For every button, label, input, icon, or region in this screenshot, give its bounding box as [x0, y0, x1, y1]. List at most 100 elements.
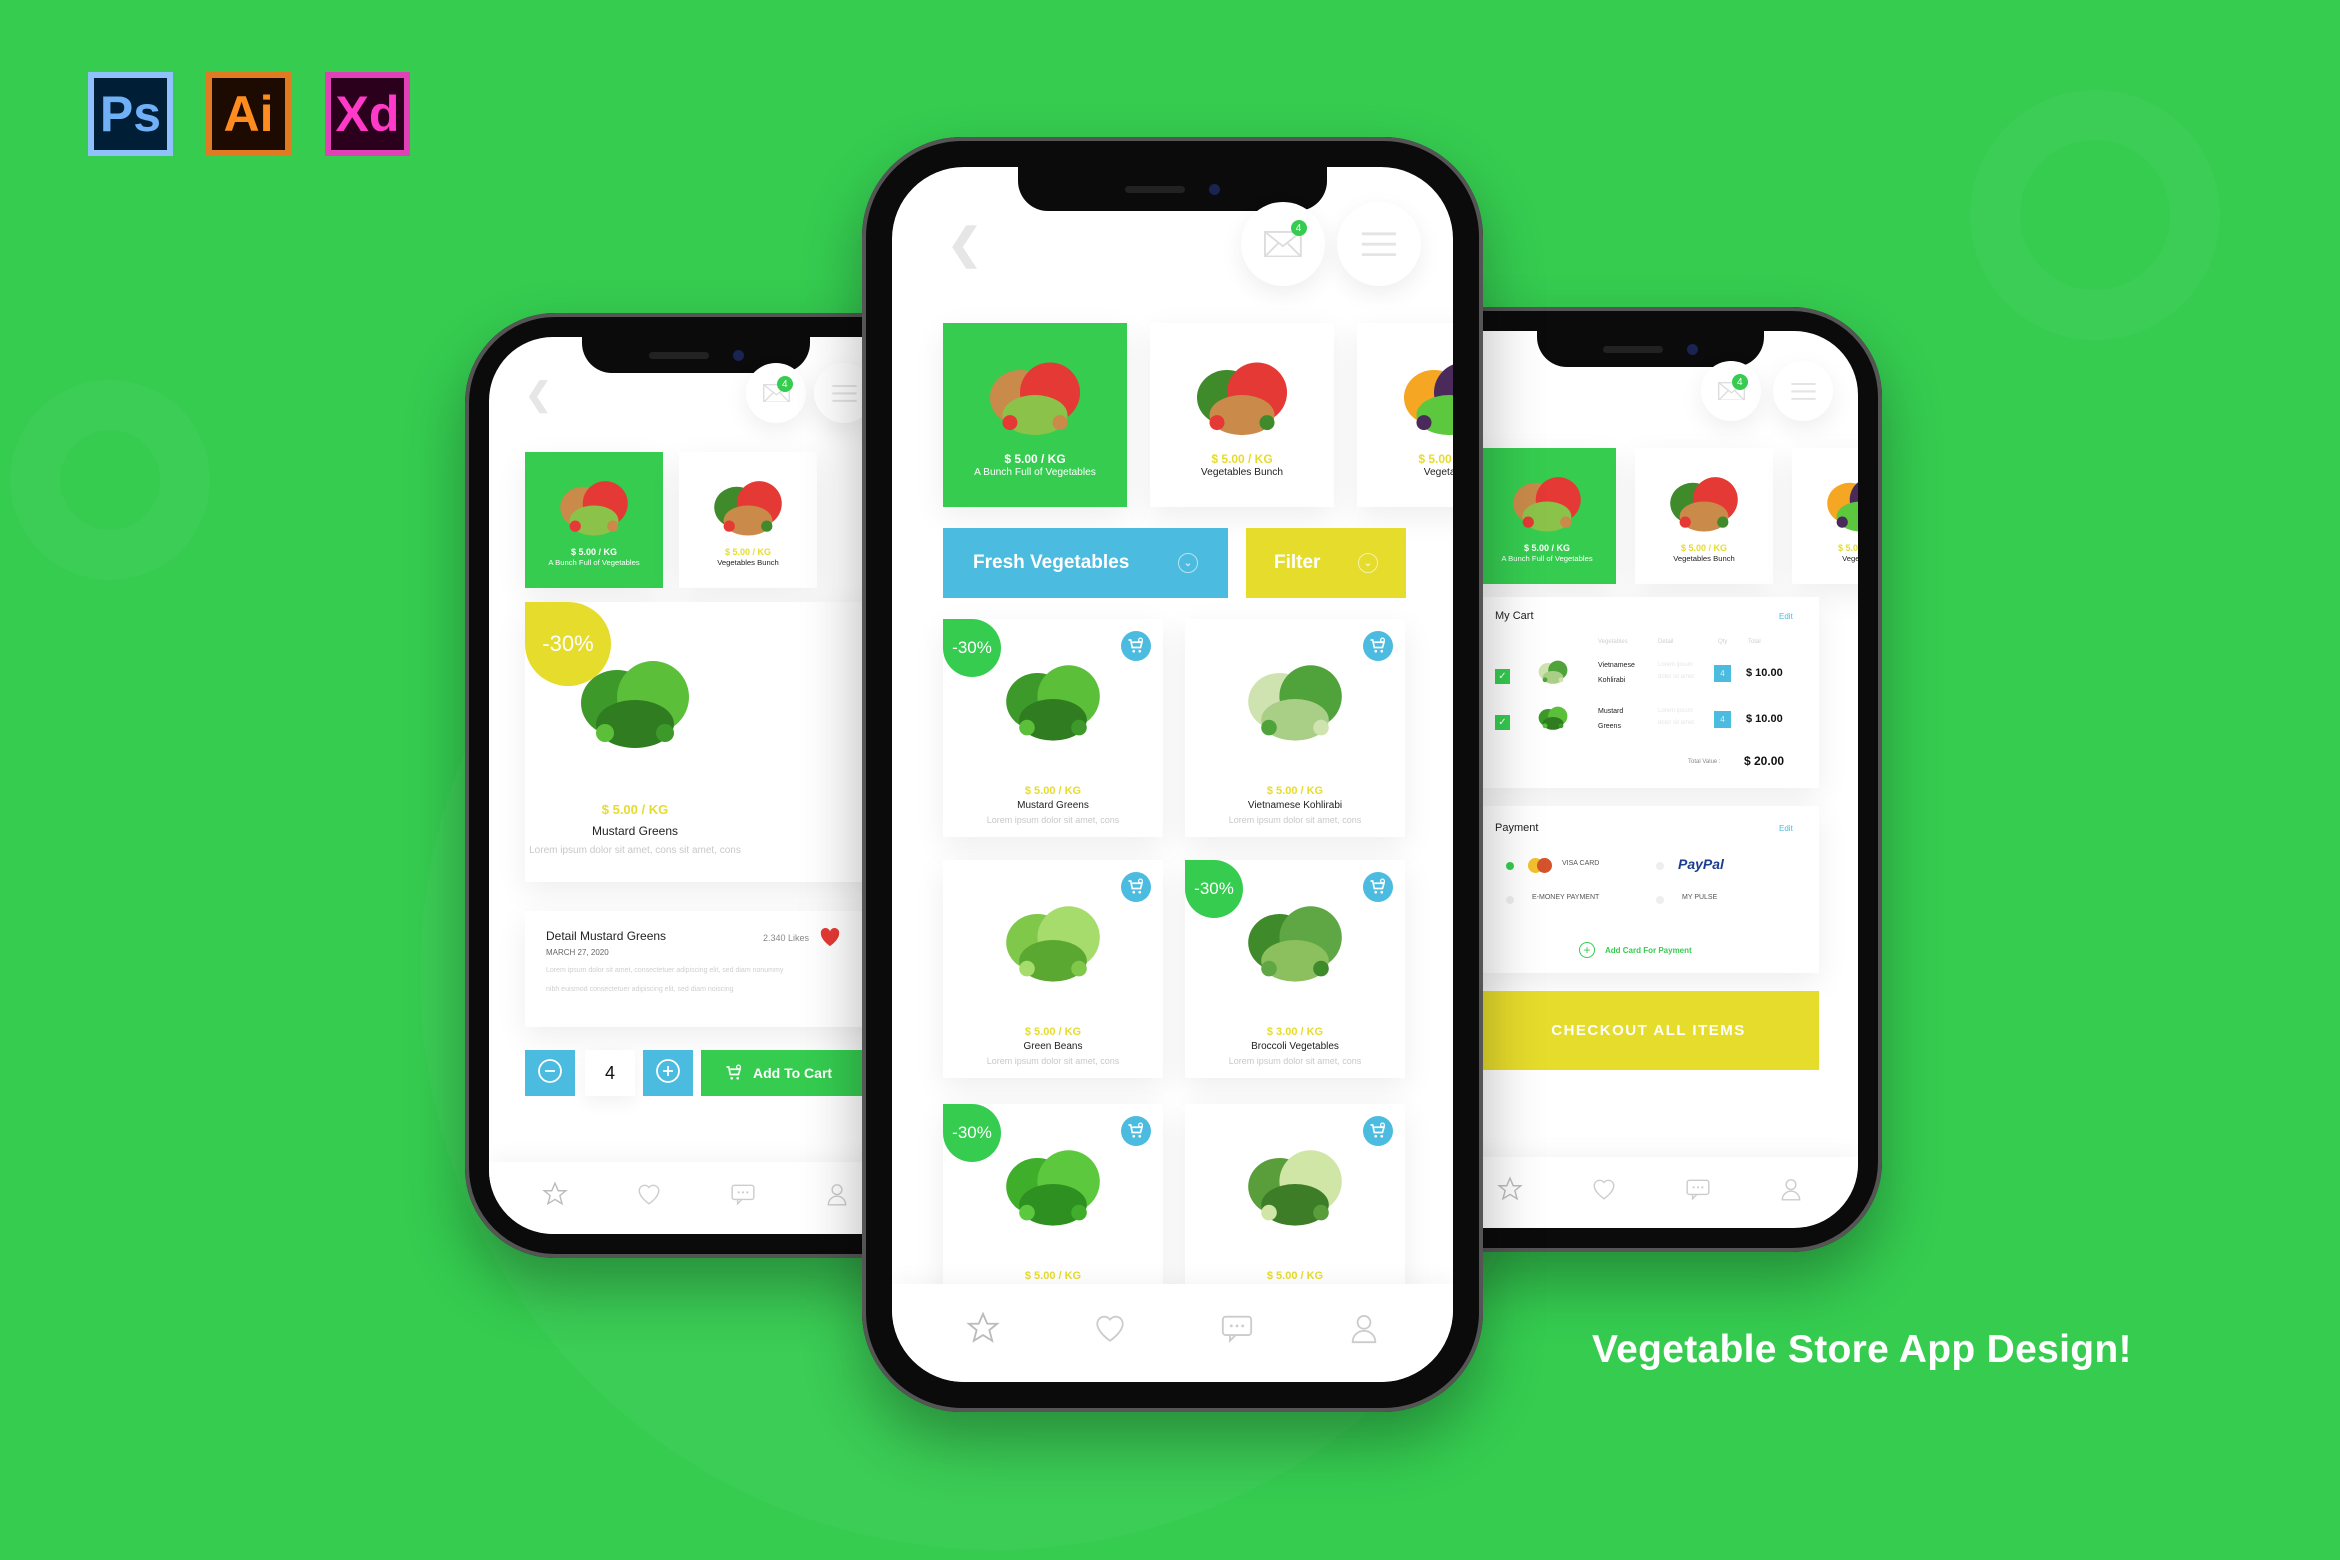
- star-icon[interactable]: [966, 1311, 1000, 1345]
- product-card[interactable]: -30% $ 3.00 / KG Broccoli Vegetables Lor…: [1185, 860, 1405, 1078]
- message-count-badge: 4: [1731, 374, 1748, 391]
- featured-card[interactable]: $ 5.00 / KG Vegetables Bunch: [1635, 448, 1773, 584]
- product-name: Green Beans: [1023, 1041, 1083, 1052]
- brand-icon-xd: Xd: [325, 72, 410, 156]
- payment-option-label: PayPal: [1678, 856, 1724, 872]
- product-card[interactable]: $ 5.00 / KG Vietnamese Kohlirabi Lorem i…: [1185, 619, 1405, 837]
- increase-quantity-button[interactable]: [643, 1050, 693, 1096]
- featured-card[interactable]: $ 5.00 / KG A Bunch Full of Vegetables: [943, 323, 1127, 507]
- cart-item-total: $ 10.00: [1746, 667, 1783, 679]
- bottom-nav: [892, 1284, 1453, 1382]
- category-label: Fresh Vegetables: [973, 552, 1130, 573]
- cart-item-total: $ 10.00: [1746, 713, 1783, 725]
- product-card[interactable]: -30% $ 5.00 / KG Mustard Greens Lorem ip…: [943, 619, 1163, 837]
- heart-icon[interactable]: [819, 927, 841, 947]
- add-card-label: Add Card For Payment: [1605, 945, 1692, 955]
- plus-icon: [655, 1058, 681, 1089]
- heart-icon[interactable]: [1591, 1176, 1617, 1202]
- basket-image: [989, 362, 1081, 436]
- add-to-cart-button[interactable]: [1121, 872, 1151, 902]
- heart-icon[interactable]: [636, 1181, 662, 1207]
- featured-name: A Bunch Full of Vegetables: [1501, 554, 1593, 564]
- cart-item-qty[interactable]: 4: [1714, 665, 1731, 682]
- user-icon[interactable]: [1347, 1311, 1381, 1345]
- star-icon[interactable]: [542, 1181, 568, 1207]
- cart-icon: [1370, 878, 1386, 894]
- featured-name: A Bunch Full of Vegetables: [974, 466, 1096, 478]
- cart-icon: [1370, 637, 1386, 653]
- back-button[interactable]: ❮: [525, 375, 552, 413]
- menu-button[interactable]: [1337, 202, 1421, 286]
- checkout-button[interactable]: CHECKOUT ALL ITEMS: [1478, 991, 1819, 1070]
- product-price: $ 5.00 / KG: [1266, 785, 1324, 797]
- cart-item-name: Greens: [1598, 723, 1621, 730]
- heart-icon[interactable]: [1093, 1311, 1127, 1345]
- messages-button[interactable]: 4: [1701, 361, 1761, 421]
- fruit-image: [1827, 482, 1858, 532]
- user-icon[interactable]: [1778, 1176, 1804, 1202]
- detail-text: nibh euismod consectetuer adipiscing eli…: [546, 986, 734, 993]
- menu-button[interactable]: [1773, 361, 1833, 421]
- add-to-cart-button[interactable]: [1363, 631, 1393, 661]
- featured-card[interactable]: $ 5.00 / KG Vegetables: [1792, 448, 1858, 584]
- plus-circle-icon: +: [1579, 942, 1595, 958]
- category-dropdown[interactable]: Fresh Vegetables ⌄: [943, 528, 1228, 598]
- chat-icon[interactable]: [1685, 1176, 1711, 1202]
- featured-price: $ 5.00 / KG: [570, 547, 618, 558]
- add-to-cart-label: Add To Cart: [753, 1065, 833, 1081]
- payment-radio[interactable]: [1656, 862, 1664, 870]
- product-price: $ 5.00 / KG: [601, 802, 669, 817]
- payment-edit-link[interactable]: Edit: [1779, 824, 1793, 833]
- payment-option-label: MY PULSE: [1682, 894, 1718, 901]
- payment-radio[interactable]: [1506, 862, 1514, 870]
- detail-title: Detail Mustard Greens: [546, 929, 667, 943]
- cart-item-detail: dolor sit amet: [1658, 720, 1695, 726]
- payment-radio[interactable]: [1506, 896, 1514, 904]
- add-to-cart-button[interactable]: [1121, 1116, 1151, 1146]
- message-count-badge: 4: [776, 376, 793, 393]
- cart-item-qty[interactable]: 4: [1714, 711, 1731, 728]
- spinach-image: [581, 661, 689, 748]
- cart-edit-link[interactable]: Edit: [1779, 612, 1793, 621]
- filter-dropdown[interactable]: Filter ⌄: [1246, 528, 1406, 598]
- total-value: $ 20.00: [1744, 754, 1785, 768]
- cart-column-header: Qty: [1718, 639, 1728, 645]
- featured-price: $ 5.00 / KG: [1418, 451, 1453, 466]
- add-card-button[interactable]: + Add Card For Payment: [1579, 942, 1692, 958]
- user-icon[interactable]: [824, 1181, 850, 1207]
- add-to-cart-button[interactable]: [1121, 631, 1151, 661]
- featured-name: A Bunch Full of Vegetables: [548, 558, 640, 568]
- cart-item-detail: Lorem ipsum: [1658, 708, 1693, 714]
- quantity-field[interactable]: 4: [585, 1050, 635, 1096]
- product-price: $ 5.00 / KG: [1266, 1270, 1324, 1282]
- chat-icon[interactable]: [730, 1181, 756, 1207]
- featured-name: Vegetables: [1423, 466, 1453, 478]
- camera-icon: [732, 349, 744, 361]
- featured-card[interactable]: $ 5.00 / KG Vegetables Bunch: [1150, 323, 1334, 507]
- chat-icon[interactable]: [1220, 1311, 1254, 1345]
- featured-card[interactable]: $ 5.00 / KG Vegetables: [1357, 323, 1453, 507]
- cart-icon: [726, 1064, 742, 1080]
- featured-name: Vegetables Bunch: [717, 558, 779, 568]
- messages-button[interactable]: 4: [746, 363, 806, 423]
- back-button[interactable]: ❮: [947, 219, 982, 268]
- messages-button[interactable]: 4: [1241, 202, 1325, 286]
- product-card[interactable]: $ 5.00 / KG Green Beans Lorem ipsum dolo…: [943, 860, 1163, 1078]
- cart-item-checkbox[interactable]: ✓: [1495, 715, 1510, 730]
- cart-item-checkbox[interactable]: ✓: [1495, 669, 1510, 684]
- basket-image: [560, 481, 628, 536]
- featured-name: Vegetables Bunch: [1673, 554, 1735, 564]
- add-to-cart-button[interactable]: [1363, 872, 1393, 902]
- camera-icon: [1687, 343, 1698, 355]
- decrease-quantity-button[interactable]: [525, 1050, 575, 1096]
- likes-count: 2.340 Likes: [763, 933, 810, 943]
- add-to-cart-button[interactable]: [1363, 1116, 1393, 1146]
- payment-radio[interactable]: [1656, 896, 1664, 904]
- star-icon[interactable]: [1497, 1175, 1523, 1202]
- featured-card[interactable]: $ 5.00 / KG A Bunch Full of Vegetables: [525, 452, 663, 588]
- bunch-image: [714, 481, 782, 536]
- featured-card[interactable]: $ 5.00 / KG A Bunch Full of Vegetables: [1478, 448, 1616, 584]
- featured-card[interactable]: $ 5.00 / KG Vegetables Bunch: [679, 452, 817, 588]
- decor-circle: [10, 380, 210, 580]
- product-name: Vietnamese Kohlirabi: [1247, 800, 1343, 811]
